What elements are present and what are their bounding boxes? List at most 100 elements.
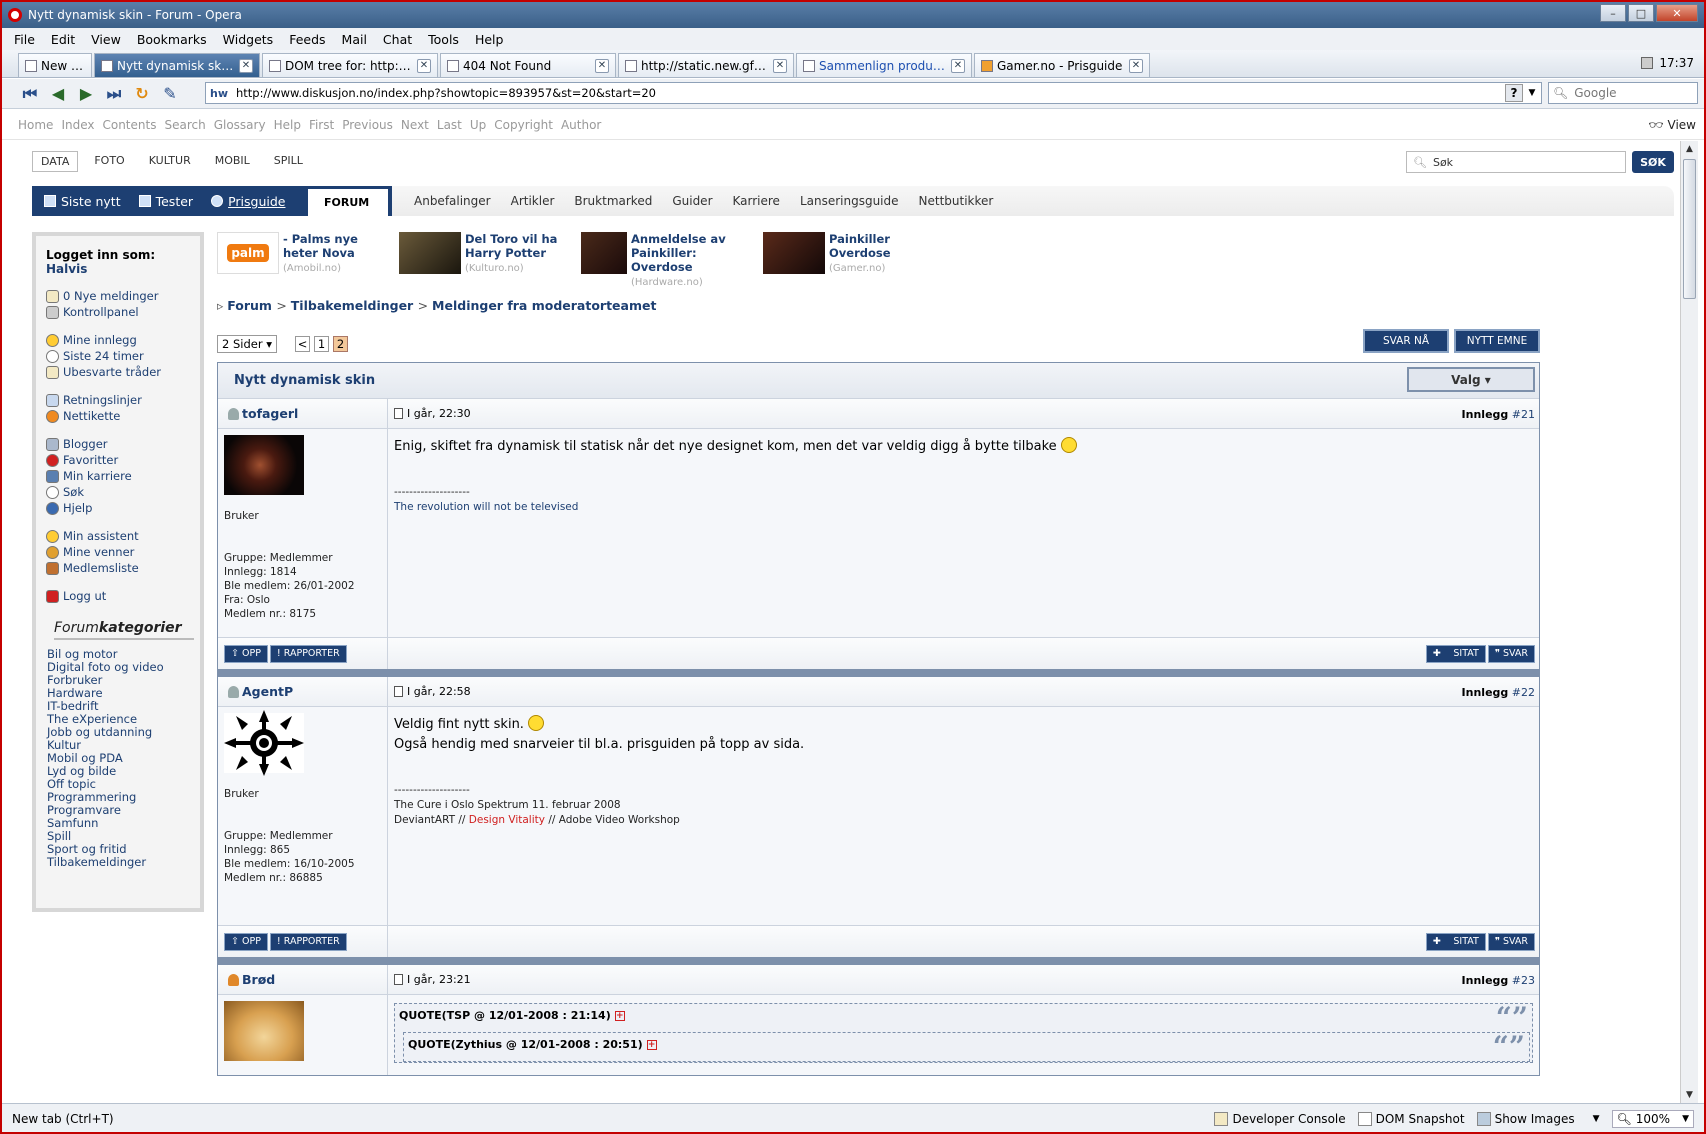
tab-close-icon[interactable]: ✕ (773, 58, 787, 73)
reload-icon[interactable]: ↻ (130, 83, 154, 105)
scrollbar-thumb[interactable] (1683, 159, 1696, 299)
subnav-artikler[interactable]: Artikler (511, 194, 555, 208)
subnav-bruktmarked[interactable]: Bruktmarked (574, 194, 652, 208)
sidebar-search[interactable]: Søk (46, 484, 192, 500)
subnav-karriere[interactable]: Karriere (733, 194, 780, 208)
report-button[interactable]: ! RAPPORTER (269, 644, 347, 663)
new-tab-button[interactable]: New tab (18, 53, 92, 77)
tab-close-icon[interactable]: ✕ (951, 58, 965, 73)
fast-forward-icon[interactable]: ⏭ (102, 83, 126, 105)
forward-icon[interactable]: ▶ (74, 83, 98, 105)
sidebar-help[interactable]: Hjelp (46, 500, 192, 516)
sidebar-guidelines[interactable]: Retningslinjer (46, 392, 192, 408)
pages-select[interactable]: 2 Sider ▾ (217, 335, 278, 353)
quote-button[interactable]: ✚ SITAT (1425, 644, 1486, 663)
maximize-button[interactable]: □ (1628, 4, 1654, 22)
zoom-select[interactable]: 🔍︎ 100% ▼ (1611, 1110, 1694, 1128)
search-field[interactable]: 🔍︎ Google (1548, 82, 1698, 104)
trash-icon[interactable] (1641, 57, 1654, 69)
nav-tester[interactable]: Tester (138, 194, 193, 209)
sidebar-assistant[interactable]: Min assistent (46, 528, 192, 544)
page-1[interactable]: 1 (314, 336, 330, 352)
nav-siste-nytt[interactable]: Siste nytt (44, 194, 121, 209)
cat-mobil[interactable]: MOBIL (207, 151, 258, 172)
help-icon[interactable]: ? (1505, 84, 1523, 102)
menu-chat[interactable]: Chat (383, 32, 412, 47)
login-username[interactable]: Halvis (46, 262, 87, 276)
url-text[interactable]: http://www.diskusjon.no/index.php?showto… (236, 86, 656, 100)
cat-spill[interactable]: SPILL (266, 151, 311, 172)
chevron-down-icon[interactable]: ▼ (1525, 84, 1539, 102)
up-button[interactable]: ⇧ OPP (224, 644, 268, 663)
nav-previous[interactable]: Previous (342, 118, 393, 132)
site-search-input[interactable]: 🔍︎ Søk (1406, 151, 1626, 173)
cat-kultur[interactable]: KULTUR (141, 151, 199, 172)
page-2[interactable]: 2 (333, 336, 349, 352)
expand-quote-icon[interactable]: + (646, 1040, 657, 1050)
nav-up[interactable]: Up (470, 118, 486, 132)
news-teaser[interactable]: Del Toro vil ha Harry Potter (Kulturo.no) (399, 232, 569, 292)
developer-console-button[interactable]: Developer Console (1214, 1112, 1346, 1126)
tab-static-gfx[interactable]: http://static.new.gfx.n... ✕ (618, 53, 794, 77)
nav-next[interactable]: Next (401, 118, 429, 132)
menu-file[interactable]: File (14, 32, 35, 47)
nav-author[interactable]: Author (561, 118, 601, 132)
news-teaser[interactable]: Anmeldelse av Painkiller: Overdose (Hardw… (581, 232, 751, 292)
post-author[interactable]: tofagerl (218, 399, 388, 428)
show-images-button[interactable]: Show Images ▼ (1476, 1112, 1600, 1126)
tab-nytt-dynamisk-skin[interactable]: Nytt dynamisk skin - F... ✕ (94, 53, 260, 77)
breadcrumb-tilbakemeldinger[interactable]: Tilbakemeldinger (291, 298, 413, 313)
tab-404[interactable]: 404 Not Found ✕ (440, 53, 616, 77)
quote-button[interactable]: ✚ SITAT (1425, 932, 1486, 951)
reply-now-button[interactable]: SVAR NÅ (1363, 329, 1449, 353)
nav-copyright[interactable]: Copyright (494, 118, 553, 132)
sidebar-logout[interactable]: Logg ut (46, 588, 192, 604)
back-icon[interactable]: ◀ (46, 83, 70, 105)
signature-link[interactable]: Design Vitality (469, 814, 545, 826)
scroll-up-icon[interactable]: ▲ (1681, 141, 1698, 157)
subnav-guider[interactable]: Guider (672, 194, 712, 208)
tab-dom-tree[interactable]: DOM tree for: http://w... ✕ (262, 53, 438, 77)
nav-search[interactable]: Search (164, 118, 205, 132)
menu-mail[interactable]: Mail (342, 32, 367, 47)
new-topic-button[interactable]: NYTT EMNE (1454, 329, 1540, 353)
nav-prisguide[interactable]: Prisguide (211, 194, 285, 209)
edit-icon[interactable]: ✎ (158, 83, 182, 105)
page-prev[interactable]: < (295, 336, 311, 352)
post-author[interactable]: Brød (218, 965, 388, 994)
rewind-icon[interactable]: ⏮ (18, 83, 42, 105)
tab-close-icon[interactable]: ✕ (595, 58, 609, 73)
cat-foto[interactable]: FOTO (86, 151, 132, 172)
scroll-down-icon[interactable]: ▼ (1681, 1087, 1698, 1103)
nav-glossary[interactable]: Glossary (214, 118, 266, 132)
post-author[interactable]: AgentP (218, 677, 388, 706)
up-button[interactable]: ⇧ OPP (224, 932, 268, 951)
news-teaser[interactable]: palm - Palms nye heter Nova (Amobil.no) (217, 232, 387, 292)
menu-tools[interactable]: Tools (428, 32, 459, 47)
tab-sammenlign[interactable]: Sammenlign produkter... ✕ (796, 53, 972, 77)
sidebar-blogs[interactable]: Blogger (46, 436, 192, 452)
category-link[interactable]: Tilbakemeldinger (47, 856, 192, 869)
menu-edit[interactable]: Edit (51, 32, 75, 47)
nav-first[interactable]: First (309, 118, 334, 132)
sidebar-messages[interactable]: 0 Nye meldinger (46, 288, 192, 304)
tab-close-icon[interactable]: ✕ (417, 58, 431, 73)
reply-button[interactable]: ❞ SVAR (1487, 644, 1535, 663)
cat-data[interactable]: DATA (32, 151, 79, 172)
sidebar-my-posts[interactable]: Mine innlegg (46, 332, 192, 348)
view-button[interactable]: 👓︎ View (1648, 118, 1696, 132)
sidebar-career[interactable]: Min karriere (46, 468, 192, 484)
menu-bookmarks[interactable]: Bookmarks (137, 32, 207, 47)
sidebar-netiquette[interactable]: Nettikette (46, 408, 192, 424)
reply-button[interactable]: ❞ SVAR (1487, 932, 1535, 951)
sidebar-last-24h[interactable]: Siste 24 timer (46, 348, 192, 364)
breadcrumb-forum[interactable]: Forum (227, 298, 272, 313)
forum-tab[interactable]: FORUM (308, 186, 388, 216)
nav-last[interactable]: Last (437, 118, 462, 132)
site-search-button[interactable]: SØK (1632, 151, 1674, 173)
sidebar-favorites[interactable]: Favoritter (46, 452, 192, 468)
subnav-nettbutikker[interactable]: Nettbutikker (919, 194, 994, 208)
tab-close-icon[interactable]: ✕ (239, 58, 253, 73)
options-button[interactable]: Valg ▾ (1407, 367, 1535, 392)
expand-quote-icon[interactable]: + (614, 1011, 625, 1021)
